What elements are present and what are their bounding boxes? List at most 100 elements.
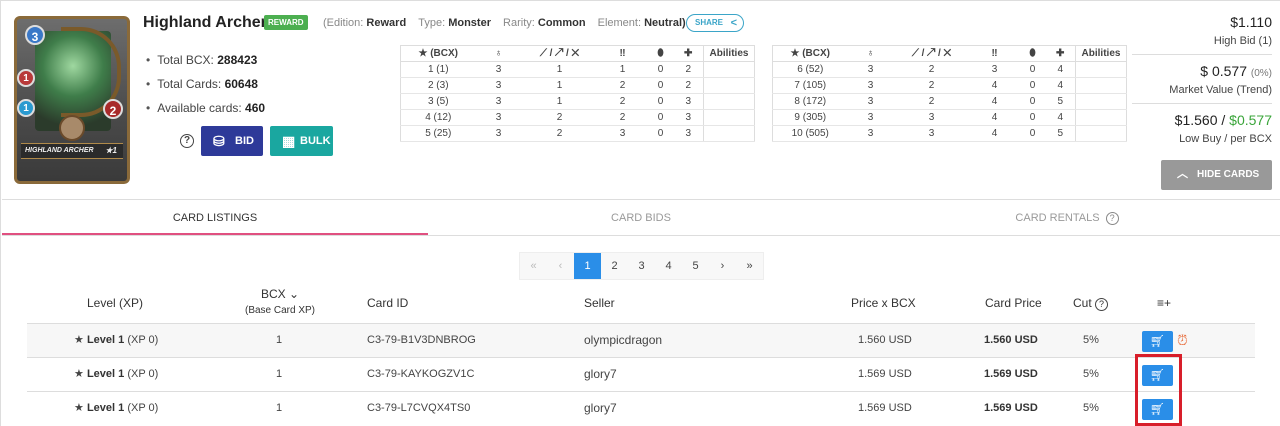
type-label: Type: [418,17,446,29]
level-table-header-cell: ⟋ / ↗ / ✕ [893,45,970,62]
page-2-button[interactable]: 2 [601,253,628,279]
low-buy-amount: $1.560 [1174,112,1218,128]
bulk-button[interactable]: ▦ BULK [270,126,333,156]
listing-seller[interactable]: glory7 [584,358,617,391]
header-price-bcx[interactable]: Price x BCX [851,296,916,310]
level-table-cell: 3 [893,109,970,126]
header-cut[interactable]: Cut ? [1073,296,1109,311]
level-table-cell: 3 [475,61,522,78]
card-name-strip: HIGHLAND ARCHER ★1 [21,143,123,159]
last-page-button[interactable]: » [736,253,763,279]
per-bcx-amount: $0.577 [1229,112,1272,128]
header-seller[interactable]: Seller [584,296,615,310]
tab-card-bids[interactable]: CARD BIDS [428,200,854,235]
available-cards: Available cards: 460 [146,100,265,124]
first-page-button[interactable]: « [520,253,547,279]
bulk-label: BULK [300,135,331,147]
level-table-row: 2 (3) 3 1 2 0 2 [400,77,755,94]
level-table-cell: 5 [1045,125,1076,142]
buy-cart-button[interactable]: 🛒︎ [1142,331,1173,352]
level-table-cell: 2 [597,109,648,126]
calculator-icon: ▦ [282,133,296,149]
level-table-cell: 4 [969,93,1020,110]
level-table-header-cell: ‼ [597,45,648,62]
listing-bcx: 1 [276,368,283,380]
help-icon[interactable]: ? [180,134,194,148]
card-image[interactable]: 3 1 1 2 HIGHLAND ARCHER ★1 [14,16,130,184]
market-value-label: Market Value (Trend) [1169,84,1272,96]
listing-row[interactable]: ★ Level 1 (XP 0) 1 C3-79-KAYKOGZV1C glory7 1… [27,357,1255,391]
listing-card-price: 1.569 USD [984,402,1038,414]
header-card-id[interactable]: Card ID [367,296,408,310]
listing-card-id[interactable]: C3-79-B1V3DNBROG [367,324,476,357]
level-table-cell: 2 [893,93,970,110]
reward-badge: REWARD [264,15,308,30]
alarm-clock-icon[interactable]: ⏰︎ [1177,324,1188,357]
level-stats-table-left: ★ (BCX) ♁ ⟋ / ↗ / ✕ ‼ ⬮ ✚ Abilities 1 (1) 3 1 1 0 2… [400,45,755,142]
header-bcx-sub: (Base Card XP) [244,305,316,316]
low-buy: $1.560 / $0.577 [1132,112,1272,128]
listing-row[interactable]: ★ Level 1 (XP 0) 1 C3-79-L7CVQX4TS0 glory7 1… [27,391,1255,425]
level-table-cell: 2 [597,77,648,94]
card-strip-name: HIGHLAND ARCHER [25,147,94,154]
level-table-header-cell: ✚ [673,45,704,62]
listing-card-id[interactable]: C3-79-L7CVQX4TS0 [367,392,470,425]
listing-price-bcx: 1.569 USD [858,402,912,414]
total-cards: Total Cards: 60648 [146,76,265,100]
level-table-header-cell: ⟋ / ↗ / ✕ [521,45,598,62]
listing-seller[interactable]: glory7 [584,392,617,425]
listing-level: ★ Level 1 (XP 0) [74,392,158,425]
level-table-cell: 4 [969,77,1020,94]
bid-label: BID [235,135,254,147]
card-strip-level: ★1 [105,146,117,155]
listing-card-id[interactable]: C3-79-KAYKOGZV1C [367,358,474,391]
header-bcx[interactable]: BCX ⌄ (Base Card XP) [240,287,320,318]
level-table-row: 1 (1) 3 1 1 0 2 [400,61,755,78]
level-table-cell: 3 [673,109,704,126]
page-5-button[interactable]: 5 [682,253,709,279]
level-table-cell: 0 [1019,125,1046,142]
total-bcx-value: 288423 [217,53,258,67]
header-level[interactable]: Level (XP) [87,296,143,310]
level-table-header: ★ (BCX) ♁ ⟋ / ↗ / ✕ ‼ ⬮ ✚ Abilities [400,45,755,62]
share-icon: < [730,17,737,29]
listing-row[interactable]: ★ Level 1 (XP 0) 1 C3-79-B1V3DNBROG olympic… [27,323,1255,357]
level-table-cell: 3 (5) [400,93,476,110]
listing-card-price: 1.560 USD [984,334,1038,346]
level-table-cell [1075,93,1127,110]
level-table-row: 7 (105) 3 2 4 0 4 [772,77,1127,94]
level-table-cell [1075,77,1127,94]
level-table-header-cell: ‼ [969,45,1020,62]
element-value: Neutral) [644,17,686,29]
listing-price-bcx: 1.560 USD [858,334,912,346]
share-button[interactable]: SHARE < [686,14,744,32]
level-table-cell: 3 [475,125,522,142]
tab-card-listings[interactable]: CARD LISTINGS [2,200,428,235]
header-card-price[interactable]: Card Price [985,296,1042,310]
melee-orb: 1 [17,69,35,87]
page-4-button[interactable]: 4 [655,253,682,279]
page-1-button[interactable]: 1 [574,253,601,279]
star-icon: ★ [74,334,84,346]
level-table-cell [703,109,755,126]
listing-seller[interactable]: olympicdragon [584,324,662,357]
listing-price-bcx: 1.569 USD [858,368,912,380]
level-table-cell: 4 (12) [400,109,476,126]
hide-cards-button[interactable]: ︿ HIDE CARDS [1161,160,1272,190]
next-page-button[interactable]: › [709,253,736,279]
column-settings-icon[interactable]: ≡+ [1157,296,1171,310]
prev-page-button[interactable]: ‹ [547,253,574,279]
level-table-row: 4 (12) 3 2 2 0 3 [400,109,755,126]
level-table-row: 6 (52) 3 2 3 0 4 [772,61,1127,78]
level-table-cell: 1 [521,77,598,94]
page-3-button[interactable]: 3 [628,253,655,279]
level-table-cell: 4 [1045,77,1076,94]
tab-card-rentals[interactable]: CARD RENTALS? [854,200,1280,235]
total-bcx-label: Total BCX: [157,53,214,67]
card-stats: Total BCX: 288423 Total Cards: 60648 Ava… [146,52,265,124]
rentals-help-icon[interactable]: ? [1105,211,1119,225]
level-table-cell: 2 [521,109,598,126]
cut-help-icon[interactable]: ? [1095,298,1109,311]
bid-button[interactable]: ⛁ BID [201,126,263,156]
listing-bcx: 1 [276,402,283,414]
